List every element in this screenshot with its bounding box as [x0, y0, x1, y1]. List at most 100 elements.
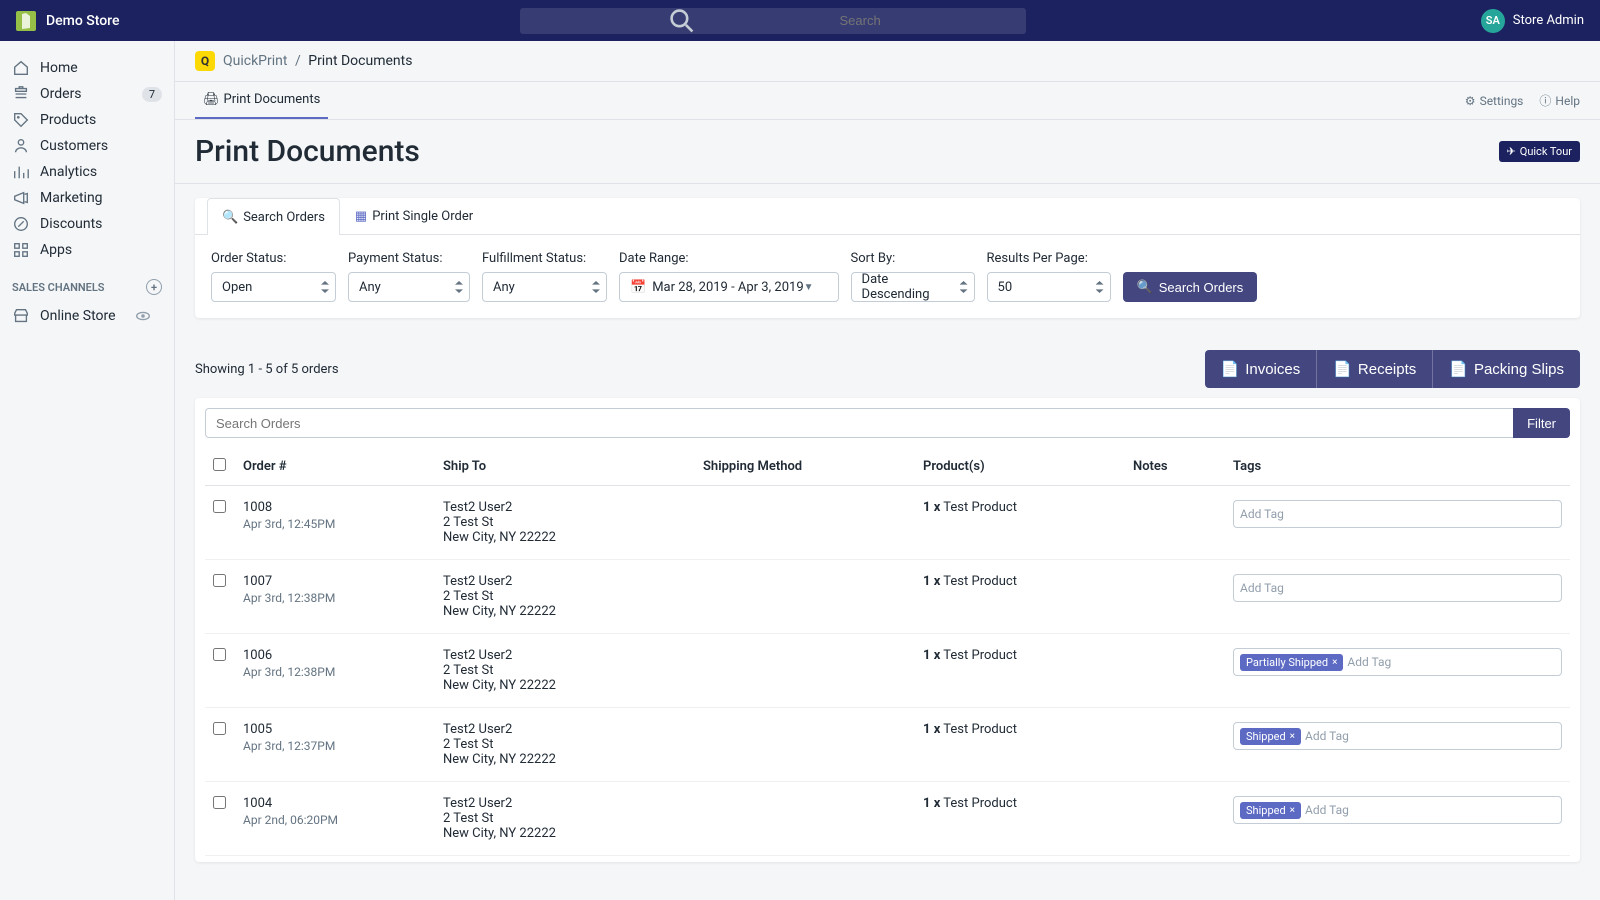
inner-tab-print-single[interactable]: ▦Print Single Order: [340, 198, 488, 234]
tag-input[interactable]: Add Tag: [1233, 500, 1562, 528]
table-row: 1006 Apr 3rd, 12:38PM Test2 User22 Test S…: [205, 634, 1570, 708]
sidebar-item-marketing[interactable]: Marketing: [0, 185, 174, 211]
orders-icon: [12, 85, 30, 103]
order-number[interactable]: 1007: [243, 574, 427, 589]
ship-to: Test2 User22 Test StNew City, NY 22222: [435, 782, 695, 856]
tag-icon: [12, 111, 30, 129]
tag-input[interactable]: Add Tag: [1233, 574, 1562, 602]
tag-input[interactable]: Shipped× Add Tag: [1233, 796, 1562, 824]
breadcrumb-current: Print Documents: [308, 53, 412, 69]
row-checkbox[interactable]: [213, 500, 226, 513]
shipping-method: [695, 486, 915, 560]
fulfillment-status-select[interactable]: Any: [482, 272, 607, 302]
user-name[interactable]: Store Admin: [1513, 13, 1584, 28]
app-tab-bar: 🖨Print Documents ⚙Settings ⓘHelp: [175, 82, 1600, 120]
tab-print-documents[interactable]: 🖨Print Documents: [195, 82, 328, 119]
tag-chip[interactable]: Shipped×: [1240, 728, 1301, 745]
inner-tab-search-orders[interactable]: 🔍Search Orders: [207, 198, 340, 235]
add-tag-placeholder: Add Tag: [1240, 581, 1284, 595]
help-link[interactable]: ⓘHelp: [1539, 92, 1580, 109]
add-tag-placeholder: Add Tag: [1347, 655, 1391, 669]
sidebar-item-label: Products: [40, 112, 96, 128]
eye-icon[interactable]: [134, 307, 152, 325]
sidebar-item-label: Online Store: [40, 308, 116, 324]
invoices-button[interactable]: 📄Invoices: [1205, 350, 1317, 388]
remove-tag-icon[interactable]: ×: [1290, 805, 1295, 816]
results-count: Showing 1 - 5 of 5 orders: [195, 362, 339, 377]
order-number[interactable]: 1005: [243, 722, 427, 737]
breadcrumb: Q QuickPrint / Print Documents: [175, 41, 1600, 82]
row-checkbox[interactable]: [213, 722, 226, 735]
calendar-icon: 📅: [630, 280, 646, 295]
tag-input[interactable]: Partially Shipped× Add Tag: [1233, 648, 1562, 676]
results-bar: Showing 1 - 5 of 5 orders 📄Invoices 📄Rec…: [195, 334, 1580, 398]
sort-by-select[interactable]: Date Descending: [851, 272, 975, 302]
ship-to: Test2 User22 Test StNew City, NY 22222: [435, 486, 695, 560]
filter-button[interactable]: Filter: [1513, 408, 1570, 438]
add-tag-placeholder: Add Tag: [1305, 729, 1349, 743]
store-icon: [12, 307, 30, 325]
sidebar-item-products[interactable]: Products: [0, 107, 174, 133]
sidebar-item-customers[interactable]: Customers: [0, 133, 174, 159]
add-tag-placeholder: Add Tag: [1305, 803, 1349, 817]
col-shipping: Shipping Method: [695, 448, 915, 486]
global-search-input[interactable]: [840, 13, 1016, 28]
sidebar-item-home[interactable]: Home: [0, 55, 174, 81]
user-avatar[interactable]: SA: [1481, 9, 1505, 33]
global-search[interactable]: [520, 8, 1026, 34]
ship-to: Test2 User22 Test StNew City, NY 22222: [435, 634, 695, 708]
orders-search-input[interactable]: [205, 408, 1513, 438]
search-icon: 🔍: [222, 210, 238, 225]
sidebar-item-online-store[interactable]: Online Store: [0, 303, 174, 329]
breadcrumb-app[interactable]: QuickPrint: [223, 53, 287, 69]
table-row: 1004 Apr 2nd, 06:20PM Test2 User22 Test S…: [205, 782, 1570, 856]
row-checkbox[interactable]: [213, 574, 226, 587]
breadcrumb-sep: /: [295, 53, 301, 69]
sidebar-item-analytics[interactable]: Analytics: [0, 159, 174, 185]
tag-chip[interactable]: Shipped×: [1240, 802, 1301, 819]
tag-input[interactable]: Shipped× Add Tag: [1233, 722, 1562, 750]
payment-status-select[interactable]: Any: [348, 272, 470, 302]
sidebar-item-apps[interactable]: Apps: [0, 237, 174, 263]
print-icon: 🖨: [203, 92, 220, 107]
sidebar-item-discounts[interactable]: Discounts: [0, 211, 174, 237]
order-number[interactable]: 1004: [243, 796, 427, 811]
quick-tour-button[interactable]: ✈Quick Tour: [1499, 141, 1580, 162]
receipts-button[interactable]: 📄Receipts: [1316, 350, 1432, 388]
remove-tag-icon[interactable]: ×: [1290, 731, 1295, 742]
tag-chip[interactable]: Partially Shipped×: [1240, 654, 1343, 671]
person-icon: [12, 137, 30, 155]
order-number[interactable]: 1008: [243, 500, 427, 515]
sidebar-item-label: Analytics: [40, 164, 97, 180]
order-timestamp: Apr 2nd, 06:20PM: [243, 813, 427, 827]
add-tag-placeholder: Add Tag: [1240, 507, 1284, 521]
help-icon: ⓘ: [1539, 92, 1551, 109]
filter-label: Results Per Page:: [987, 251, 1111, 266]
order-number[interactable]: 1006: [243, 648, 427, 663]
settings-link[interactable]: ⚙Settings: [1465, 92, 1524, 109]
inner-tabs: 🔍Search Orders ▦Print Single Order: [195, 198, 1580, 235]
products-cell: 1 x Test Product: [915, 560, 1125, 634]
table-row: 1007Apr 3rd, 12:38PM Test2 User22 Test S…: [205, 560, 1570, 634]
top-bar: Demo Store SA Store Admin: [0, 0, 1600, 41]
add-channel-icon[interactable]: +: [146, 279, 162, 295]
row-checkbox[interactable]: [213, 648, 226, 661]
sidebar-item-orders[interactable]: Orders7: [0, 81, 174, 107]
store-name[interactable]: Demo Store: [46, 13, 120, 29]
ship-to: Test2 User22 Test StNew City, NY 22222: [435, 708, 695, 782]
row-checkbox[interactable]: [213, 796, 226, 809]
results-per-page-select[interactable]: 50: [987, 272, 1111, 302]
discount-icon: [12, 215, 30, 233]
remove-tag-icon[interactable]: ×: [1332, 657, 1337, 668]
order-status-select[interactable]: Open: [211, 272, 336, 302]
col-tags: Tags: [1225, 448, 1570, 486]
col-products: Product(s): [915, 448, 1125, 486]
date-range-picker[interactable]: 📅Mar 28, 2019 - Apr 3, 2019▼: [619, 272, 839, 302]
search-orders-button[interactable]: 🔍Search Orders: [1123, 272, 1258, 302]
sidebar: Home Orders7 Products Customers Analytic…: [0, 41, 175, 900]
table-row: 1008Apr 3rd, 12:45PM Test2 User22 Test S…: [205, 486, 1570, 560]
filter-label: Fulfillment Status:: [482, 251, 607, 266]
packing-slips-button[interactable]: 📄Packing Slips: [1432, 350, 1580, 388]
select-all-checkbox[interactable]: [213, 458, 226, 471]
order-timestamp: Apr 3rd, 12:38PM: [243, 665, 427, 679]
